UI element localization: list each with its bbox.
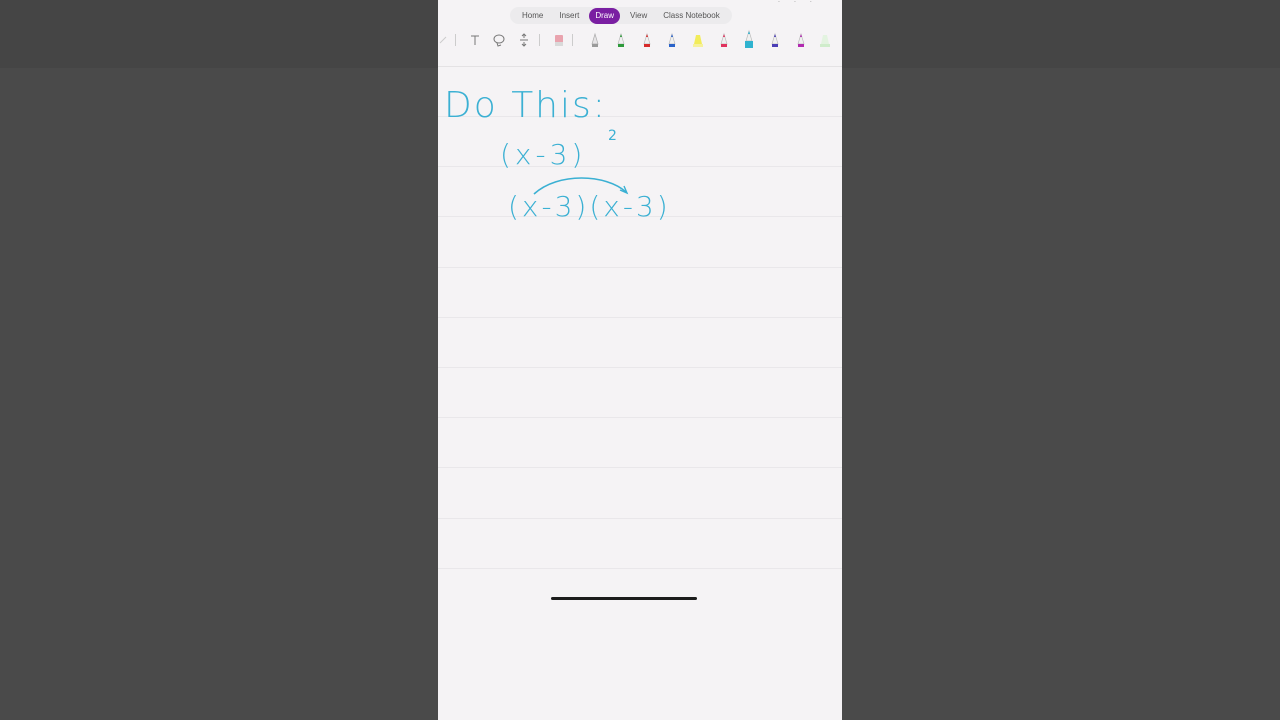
ruled-line — [438, 467, 842, 468]
ruled-line — [438, 417, 842, 418]
ruled-line — [438, 367, 842, 368]
ruled-line — [438, 317, 842, 318]
ink-expression: (x-3) — [500, 138, 586, 171]
ruled-line — [438, 518, 842, 519]
ink-expansion: (x-3)(x-3) — [508, 190, 671, 223]
home-indicator[interactable] — [551, 597, 697, 600]
ink-exponent: 2 — [608, 128, 617, 144]
handwritten-ink[interactable]: Do This: (x-3) 2 (x-3)(x-3) — [438, 0, 842, 240]
ruled-line — [438, 568, 842, 569]
ink-heading: Do This: — [444, 85, 607, 126]
onenote-page: ... Home Insert Draw View Class Notebook — [438, 0, 842, 720]
ruled-line — [438, 267, 842, 268]
